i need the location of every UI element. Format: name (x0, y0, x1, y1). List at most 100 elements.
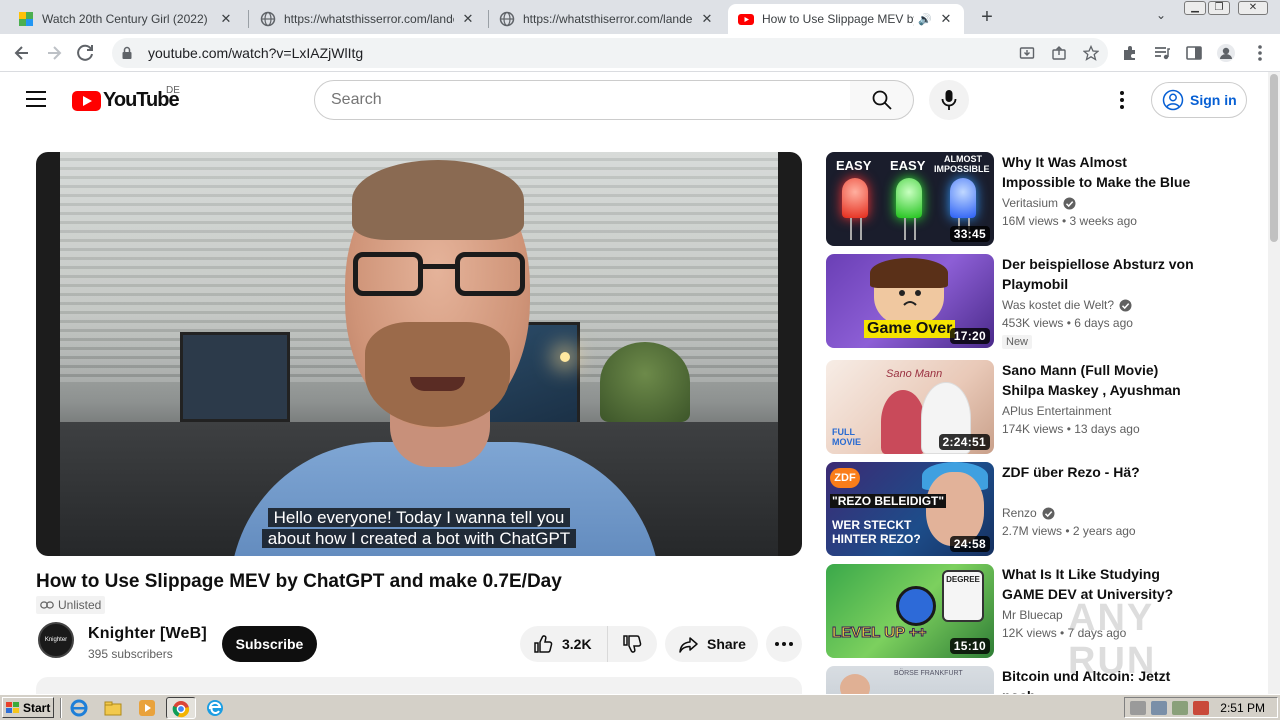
recommendation-thumbnail[interactable]: Sano Mann FULL MOVIE 2:24:51 (826, 360, 994, 454)
thumbnail-text: MOVIE (832, 437, 862, 447)
voice-search-button[interactable] (929, 80, 969, 120)
new-tab-button[interactable]: + (976, 6, 998, 28)
thumbnail-text: EASY (890, 158, 926, 173)
reload-icon[interactable] (74, 41, 98, 65)
close-icon[interactable]: ✕ (460, 11, 476, 27)
thumbnail-text: "REZO BELEIDIGT" (830, 494, 947, 508)
browser-menu-icon[interactable] (1250, 43, 1270, 63)
recommendation-item[interactable]: EASY EASY ALMOST IMPOSSIBLE 33:45 Why It… (826, 152, 1206, 246)
share-page-icon[interactable] (1050, 44, 1068, 62)
thumbnail-text: IMPOSSIBLE (934, 164, 990, 174)
recommendation-channel[interactable]: Veritasium (1002, 196, 1076, 210)
page-scrollbar[interactable] (1268, 72, 1280, 694)
bookmark-star-icon[interactable] (1082, 44, 1100, 62)
verified-check-icon (1063, 197, 1076, 209)
minimize-window-button[interactable]: ▁ (1184, 1, 1206, 15)
presenter-hair (352, 160, 524, 240)
browser-tab-2[interactable]: https://whatsthisserror.com/landers/ ✕ (250, 4, 486, 34)
recommendation-thumbnail[interactable]: ZDF "REZO BELEIDIGT" WER STECKT HINTER R… (826, 462, 994, 556)
video-player[interactable]: Hello everyone! Today I wanna tell you a… (36, 152, 802, 556)
youtube-logo[interactable]: YouTube (72, 89, 180, 112)
back-arrow-icon[interactable] (10, 41, 34, 65)
recommendation-channel[interactable]: Renzo (1002, 506, 1055, 520)
install-app-icon[interactable] (1018, 44, 1036, 62)
share-button[interactable]: Share (665, 626, 758, 662)
address-bar[interactable]: youtube.com/watch?v=LxIAZjWlItg (112, 38, 1108, 68)
led-leg (860, 218, 862, 240)
maximize-window-button[interactable]: ❐ (1208, 1, 1230, 15)
volume-icon[interactable] (1130, 700, 1146, 715)
media-controls-icon[interactable] (1152, 43, 1172, 63)
close-icon[interactable]: ✕ (699, 11, 715, 27)
guide-menu-icon[interactable] (26, 91, 46, 107)
video-duration: 24:58 (949, 536, 990, 552)
video-duration: 2:24:51 (938, 434, 990, 450)
channel-avatar[interactable]: Knighter (38, 622, 74, 658)
recommendation-item[interactable]: Sano Mann FULL MOVIE 2:24:51 Sano Mann (… (826, 360, 1206, 454)
forward-arrow-icon[interactable] (42, 41, 66, 65)
lock-icon[interactable] (120, 46, 134, 60)
globe-icon (260, 11, 276, 27)
network-icon[interactable] (1151, 700, 1167, 715)
more-actions-button[interactable] (766, 626, 802, 662)
close-window-button[interactable]: ✕ (1238, 1, 1268, 15)
subscribe-button[interactable]: Subscribe (222, 626, 317, 662)
recommendation-thumbnail[interactable]: BÖRSE FRANKFURT (826, 666, 994, 694)
channel-name[interactable]: Knighter [WeB] (88, 625, 207, 643)
search-button[interactable] (850, 80, 914, 120)
thumbnail-text: ALMOST (944, 154, 982, 164)
edge-icon[interactable] (206, 699, 224, 717)
account-circle-icon (1162, 89, 1184, 111)
recommendation-channel[interactable]: APlus Entertainment (1002, 404, 1111, 418)
tab-search-chevron-down-icon[interactable]: ⌄ (1152, 8, 1170, 26)
search-icon (872, 90, 892, 110)
tray-app-icon[interactable] (1172, 700, 1188, 715)
recommendation-thumbnail[interactable]: DEGREE LEVEL UP ++ 15:10 (826, 564, 994, 658)
browser-tab-4-active[interactable]: How to Use Slippage MEV by Ch 🔊 ✕ (728, 4, 964, 34)
recommendation-channel[interactable]: Mr Bluecap (1002, 608, 1063, 622)
recommendation-title[interactable]: Der beispiellose Absturz von Playmobil (1002, 254, 1202, 294)
playmobil-hair-image (870, 258, 948, 288)
search-box (314, 80, 851, 120)
internet-explorer-icon[interactable] (70, 699, 88, 717)
recommendation-item[interactable]: ZDF "REZO BELEIDIGT" WER STECKT HINTER R… (826, 462, 1206, 556)
background-lamp (560, 352, 570, 362)
profile-avatar-icon[interactable] (1216, 43, 1236, 63)
unlisted-label: Unlisted (58, 598, 102, 612)
blue-led-image (950, 178, 976, 218)
recommendation-title[interactable]: ZDF über Rezo - Hä? (1002, 462, 1202, 482)
microphone-icon (941, 90, 957, 110)
search-input[interactable] (331, 91, 850, 109)
video-duration: 15:10 (949, 638, 990, 654)
unlisted-badge: Unlisted (36, 596, 106, 614)
scrollbar-thumb[interactable] (1270, 74, 1278, 242)
like-button[interactable]: 3.2K (520, 626, 608, 662)
browser-tab-3[interactable]: https://whatsthiserror.com/landers/ ✕ (489, 4, 725, 34)
sign-in-button[interactable]: Sign in (1151, 82, 1247, 118)
close-icon[interactable]: ✕ (218, 11, 234, 27)
degree-badge: DEGREE (942, 570, 984, 622)
youtube-play-logo-icon (72, 90, 101, 111)
start-button[interactable]: Start (2, 697, 54, 718)
recommendation-thumbnail[interactable]: Game Over 17:20 (826, 254, 994, 348)
thumbs-down-icon (623, 635, 642, 653)
recommendation-title[interactable]: Why It Was Almost Impossible to Make the… (1002, 152, 1202, 192)
browser-tab-1[interactable]: Watch 20th Century Girl (2022) | Ko ✕ (8, 4, 244, 34)
chrome-taskbar-button[interactable] (166, 697, 196, 719)
dislike-button[interactable] (608, 626, 656, 662)
speaker-icon[interactable]: 🔊 (918, 13, 932, 26)
settings-more-icon[interactable] (1110, 88, 1134, 112)
side-panel-icon[interactable] (1184, 43, 1204, 63)
recommendation-item[interactable]: Game Over 17:20 Der beispiellose Absturz… (826, 254, 1206, 349)
recommendation-title[interactable]: Sano Mann (Full Movie) Shilpa Maskey , A… (1002, 360, 1202, 400)
close-icon[interactable]: ✕ (938, 11, 954, 27)
security-alert-icon[interactable] (1193, 700, 1209, 715)
recommendation-thumbnail[interactable]: EASY EASY ALMOST IMPOSSIBLE 33:45 (826, 152, 994, 246)
url-text: youtube.com/watch?v=LxIAZjWlItg (148, 45, 364, 61)
recommendation-channel[interactable]: Was kostet die Welt? (1002, 298, 1132, 312)
media-player-icon[interactable] (138, 699, 156, 717)
extensions-puzzle-icon[interactable] (1120, 43, 1140, 63)
thumbnail-text: DEGREE (946, 575, 980, 584)
file-explorer-icon[interactable] (104, 699, 122, 717)
channel-name-text: APlus Entertainment (1002, 404, 1112, 418)
